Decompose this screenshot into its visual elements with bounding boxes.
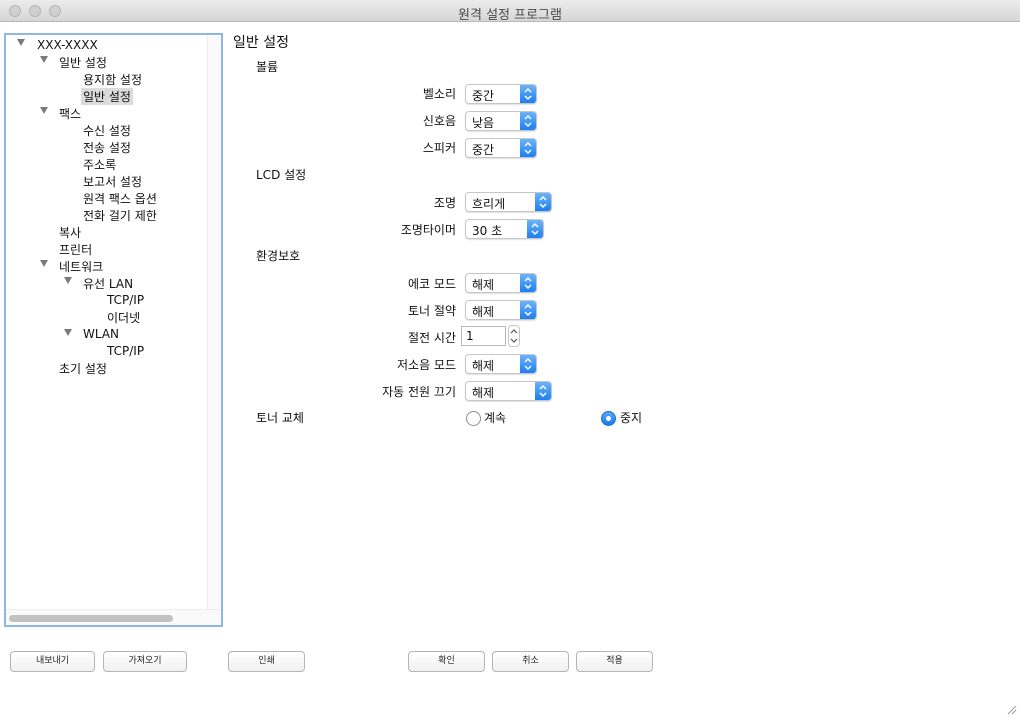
page-title: 일반 설정	[233, 35, 289, 51]
toner-stop-label: 중지	[620, 411, 643, 425]
eco-mode-label: 에코 모드	[408, 277, 456, 291]
auto-power-off-label: 자동 전원 끄기	[382, 385, 456, 399]
tree-item-report[interactable]: 보고서 설정	[83, 173, 142, 190]
chevron-updown-icon	[520, 112, 536, 130]
tree-item-address-book[interactable]: 주소록	[83, 156, 116, 173]
chevron-updown-icon	[535, 382, 551, 400]
chevron-updown-icon	[535, 193, 551, 211]
tree-item-wired-lan[interactable]: 유선 LAN	[83, 275, 133, 292]
sleep-time-input[interactable]: 1	[461, 326, 506, 346]
disclosure-triangle-icon[interactable]	[40, 107, 48, 114]
disclosure-triangle-icon[interactable]	[17, 39, 25, 46]
print-button[interactable]: 인쇄	[228, 651, 305, 672]
disclosure-triangle-icon[interactable]	[40, 56, 48, 63]
tree-item-reset[interactable]: 초기 설정	[59, 360, 107, 377]
tree-item-fax-receive[interactable]: 수신 설정	[83, 122, 131, 139]
beep-volume-label: 신호음	[422, 114, 456, 128]
chevron-updown-icon	[520, 85, 536, 103]
chevron-updown-icon	[520, 301, 536, 319]
beep-volume-select[interactable]: 낮음	[465, 111, 537, 131]
resize-grip-icon[interactable]	[1005, 703, 1017, 715]
toner-continue-label: 계속	[484, 411, 507, 425]
tree-item-fax-send[interactable]: 전송 설정	[83, 139, 131, 156]
ring-volume-select[interactable]: 중간	[465, 84, 537, 104]
apply-button[interactable]: 적용	[576, 651, 653, 672]
ring-volume-label: 벨소리	[422, 87, 456, 101]
title-bar: 원격 설정 프로그램	[0, 0, 1020, 23]
chevron-updown-icon	[520, 139, 536, 157]
dim-timer-label: 조명타이머	[400, 223, 456, 237]
tree-item-printer[interactable]: 프린터	[59, 241, 92, 258]
disclosure-triangle-icon[interactable]	[64, 329, 72, 336]
stepper-arrows-icon	[510, 329, 518, 343]
tree-item-wired-tcpip[interactable]: TCP/IP	[107, 293, 144, 307]
tree-item-general-child[interactable]: 일반 설정	[81, 88, 133, 105]
toner-continue-radio[interactable]	[466, 411, 481, 426]
tree-item-root[interactable]: XXX-XXXX	[37, 38, 98, 52]
chevron-updown-icon	[527, 220, 543, 238]
toner-stop-radio[interactable]	[601, 411, 616, 426]
cancel-button[interactable]: 취소	[492, 651, 569, 672]
scrollbar-thumb[interactable]	[9, 615, 173, 622]
tree-item-wlan-tcpip[interactable]: TCP/IP	[107, 344, 144, 358]
export-button[interactable]: 내보내기	[10, 651, 95, 672]
quiet-mode-label: 저소음 모드	[396, 358, 456, 372]
vertical-scrollbar[interactable]	[207, 35, 221, 609]
speaker-volume-select[interactable]: 중간	[465, 138, 537, 158]
tree-item-dial-restriction[interactable]: 전화 걸기 제한	[83, 207, 157, 224]
chevron-updown-icon	[520, 355, 536, 373]
tree-item-fax[interactable]: 팩스	[59, 105, 81, 122]
sleep-time-label: 절전 시간	[408, 331, 456, 345]
tree-item-general[interactable]: 일반 설정	[59, 54, 107, 71]
chevron-updown-icon	[520, 274, 536, 292]
backlight-label: 조명	[433, 196, 456, 210]
backlight-select[interactable]: 흐리게	[465, 192, 552, 212]
tree-item-ethernet[interactable]: 이더넷	[107, 309, 140, 326]
tree-item-copy[interactable]: 복사	[59, 224, 81, 241]
section-toner-replace: 토너 교체	[256, 411, 304, 425]
tree-item-network[interactable]: 네트워크	[59, 258, 103, 275]
section-eco: 환경보호	[256, 249, 301, 263]
ok-button[interactable]: 확인	[408, 651, 485, 672]
eco-mode-select[interactable]: 해제	[465, 273, 537, 293]
disclosure-triangle-icon[interactable]	[40, 260, 48, 267]
dim-timer-select[interactable]: 30 초	[465, 219, 544, 239]
settings-tree: XXX-XXXX 일반 설정 용지함 설정 일반 설정 팩스 수신 설정 전송 …	[4, 33, 223, 627]
sleep-time-stepper[interactable]	[508, 325, 520, 347]
section-volume: 볼륨	[256, 60, 279, 74]
tree-item-paper[interactable]: 용지함 설정	[83, 71, 142, 88]
horizontal-scrollbar[interactable]	[6, 609, 221, 625]
toner-save-label: 토너 절약	[408, 304, 456, 318]
section-lcd: LCD 설정	[256, 168, 307, 182]
quiet-mode-select[interactable]: 해제	[465, 354, 537, 374]
speaker-volume-label: 스피커	[422, 141, 456, 155]
tree-item-wlan[interactable]: WLAN	[83, 327, 119, 341]
auto-power-off-select[interactable]: 해제	[465, 381, 552, 401]
disclosure-triangle-icon[interactable]	[64, 277, 72, 284]
tree-item-remote-fax[interactable]: 원격 팩스 옵션	[83, 190, 157, 207]
import-button[interactable]: 가져오기	[103, 651, 187, 672]
toner-save-select[interactable]: 해제	[465, 300, 537, 320]
window-title: 원격 설정 프로그램	[458, 8, 562, 23]
